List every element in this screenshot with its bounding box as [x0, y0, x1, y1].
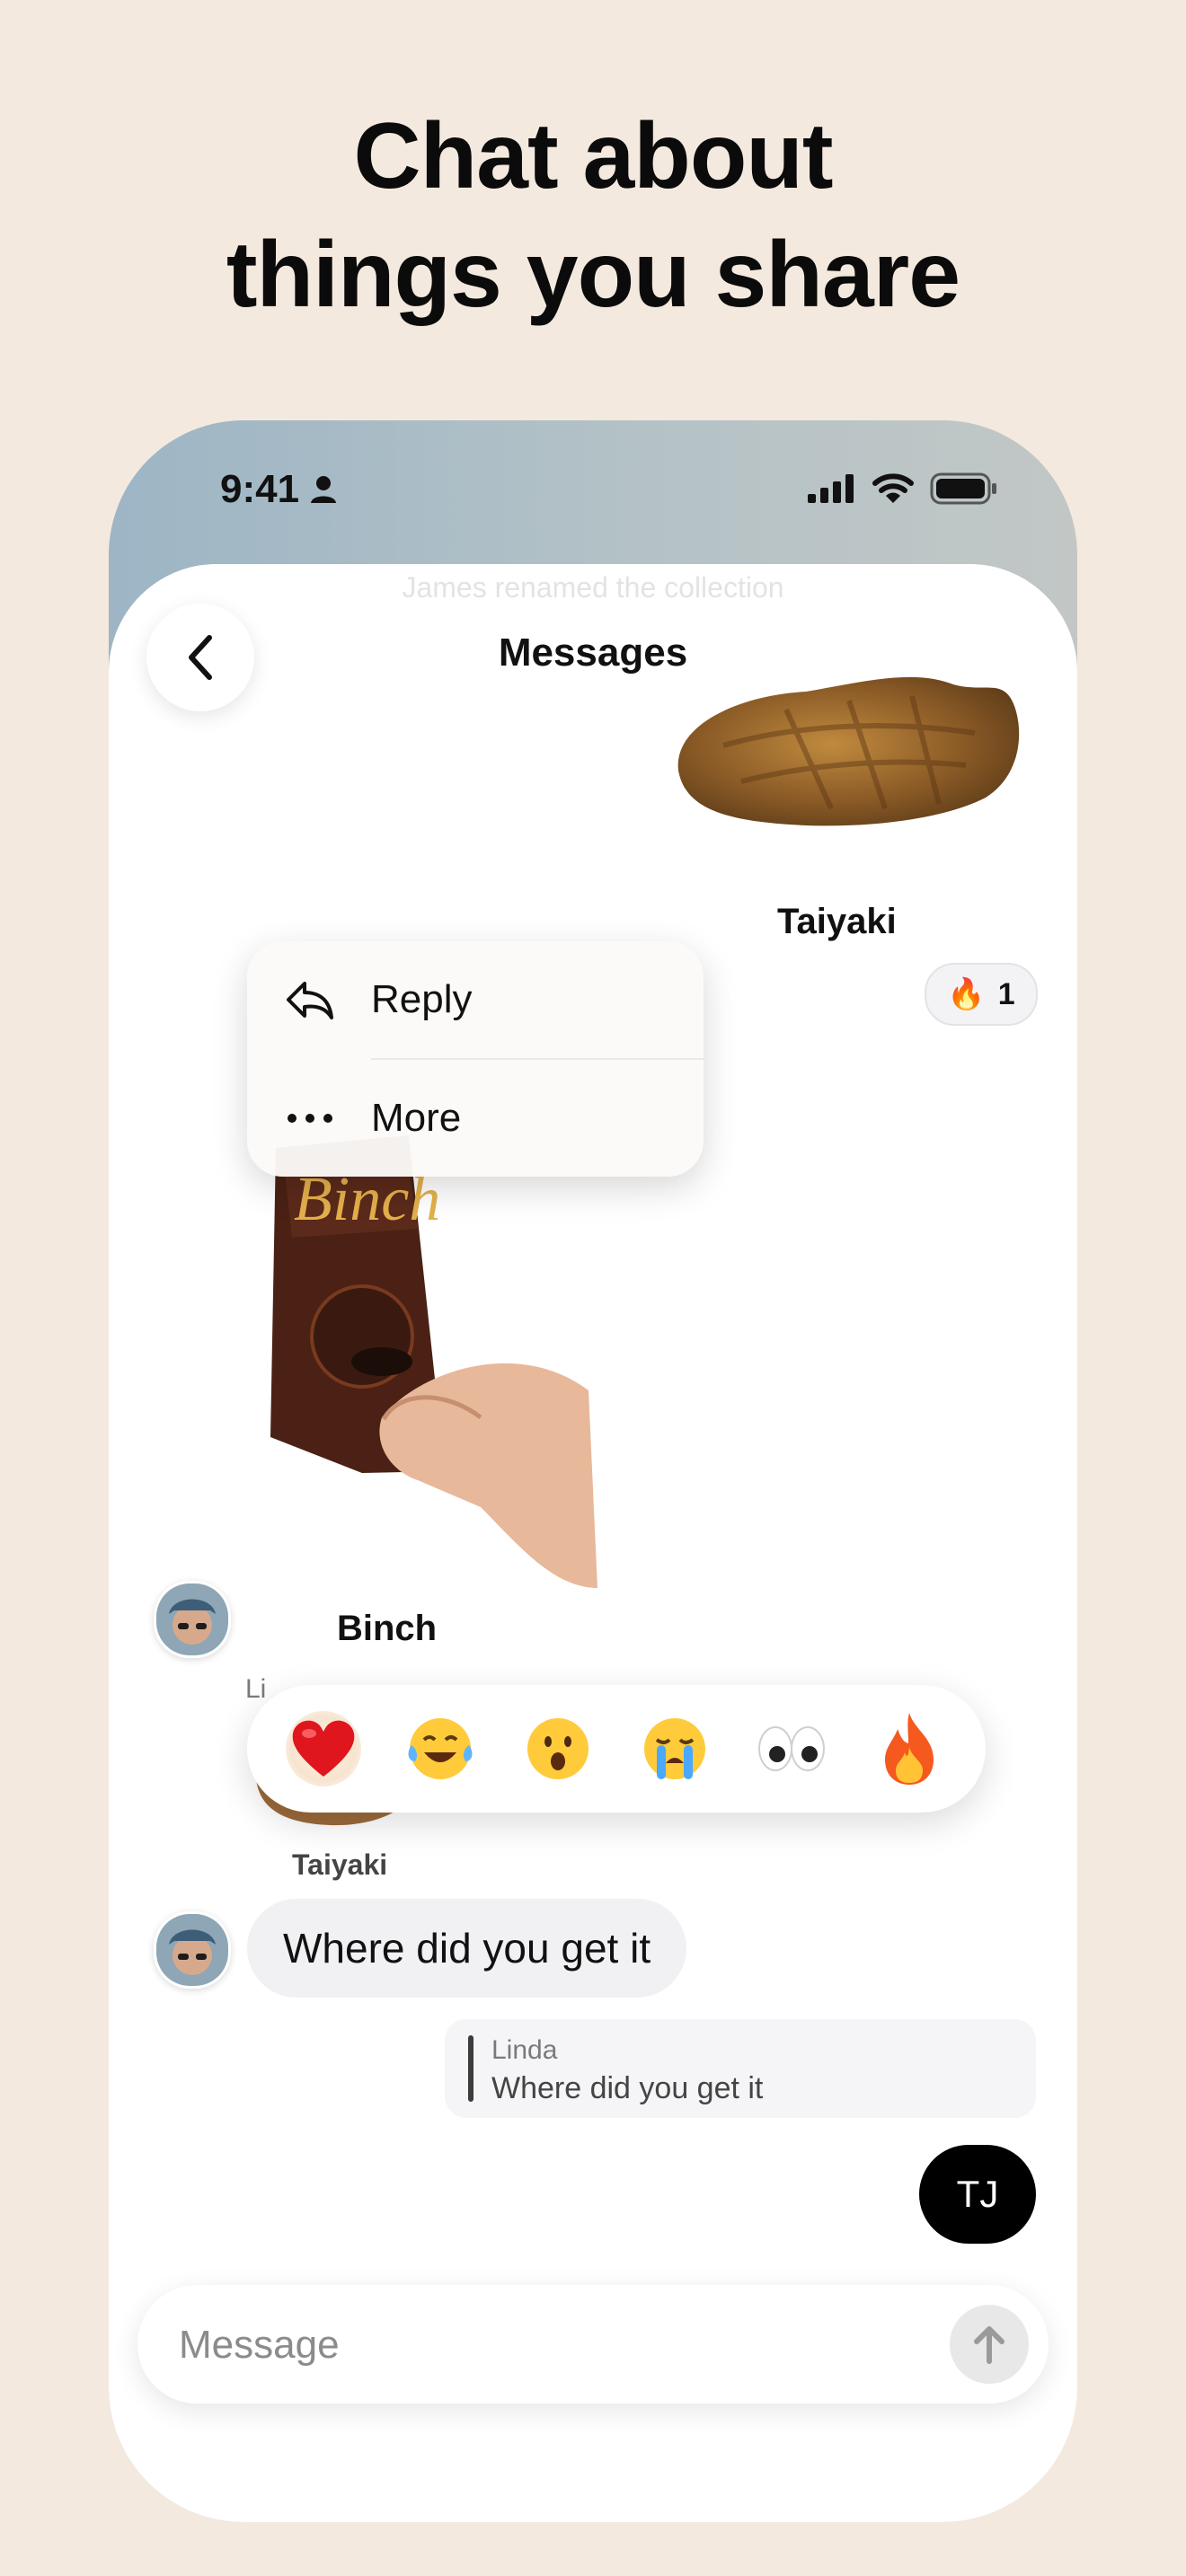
fire-emoji-button[interactable]	[872, 1711, 947, 1786]
headline-line-2: things you share	[226, 223, 960, 327]
headline: Chat about things you share	[0, 97, 1186, 334]
reaction-count: 1	[997, 976, 1015, 1011]
status-icons	[808, 472, 998, 505]
binch-sticker[interactable]: Binch	[247, 1121, 642, 1624]
taiyaki-image	[667, 664, 1031, 840]
incoming-message-bubble[interactable]: Where did you get it	[247, 1899, 687, 1998]
sticker-caption: Taiyaki	[292, 1848, 388, 1881]
headline-line-1: Chat about	[353, 104, 833, 208]
reaction-badge[interactable]: 🔥 1	[925, 963, 1038, 1026]
phone-frame: 9:41 James renamed the collection Messag…	[109, 420, 1077, 2522]
reply-arrow-icon	[283, 973, 337, 1027]
menu-item-label: Reply	[371, 977, 473, 1021]
menu-item-reply[interactable]: Reply	[247, 941, 704, 1058]
quote-sender: Linda	[491, 2035, 558, 2065]
send-button[interactable]	[950, 2305, 1029, 2384]
taiyaki-sticker[interactable]	[651, 647, 1040, 855]
reply-quote[interactable]: Linda Where did you get it	[445, 2019, 1036, 2118]
emoji-reaction-bar	[247, 1685, 986, 1813]
tears-of-joy-icon	[408, 1718, 473, 1779]
avatar[interactable]	[154, 1911, 231, 1989]
chat-sheet: James renamed the collection Messages Ta…	[109, 564, 1077, 2522]
context-menu: Reply More	[247, 941, 704, 1177]
system-note: James renamed the collection	[402, 571, 784, 604]
person-icon	[311, 476, 337, 503]
crying-emoji-button[interactable]	[637, 1711, 712, 1786]
fire-emoji: 🔥	[947, 977, 986, 1011]
sender-name-fragment: Li	[245, 1674, 267, 1704]
avatar-image	[156, 1914, 228, 1986]
sticker-caption: Binch	[337, 1609, 438, 1648]
binch-image: Binch	[256, 1121, 597, 1588]
quote-bar	[468, 2035, 474, 2102]
laughing-emoji-button[interactable]	[403, 1711, 478, 1786]
fire-icon	[884, 1713, 934, 1785]
message-input[interactable]	[177, 2285, 917, 2405]
loudly-crying-face-icon	[644, 1718, 706, 1779]
surprised-emoji-button[interactable]	[520, 1711, 596, 1786]
ellipsis-icon	[283, 1091, 337, 1145]
menu-item-more[interactable]: More	[247, 1060, 704, 1177]
arrow-up-icon	[974, 2326, 1005, 2364]
eyes-icon	[758, 1726, 826, 1771]
sticker-caption: Taiyaki	[777, 902, 897, 941]
surprised-face-icon	[527, 1718, 589, 1779]
battery-icon	[930, 472, 996, 505]
cellular-signal-icon	[808, 474, 854, 503]
heart-emoji-button[interactable]	[286, 1711, 362, 1786]
wifi-icon	[872, 473, 914, 503]
status-bar: 9:41	[109, 420, 1077, 564]
heart-icon	[292, 1720, 355, 1777]
menu-item-label: More	[371, 1096, 462, 1140]
outgoing-message-bubble[interactable]: TJ	[919, 2145, 1036, 2244]
message-composer	[137, 2285, 1049, 2405]
eyes-emoji-button[interactable]	[754, 1711, 829, 1786]
avatar-image	[156, 1584, 228, 1655]
status-time: 9:41	[220, 467, 300, 511]
avatar[interactable]	[154, 1581, 231, 1658]
quote-text: Where did you get it	[491, 2071, 764, 2105]
status-time-group: 9:41	[220, 467, 337, 512]
